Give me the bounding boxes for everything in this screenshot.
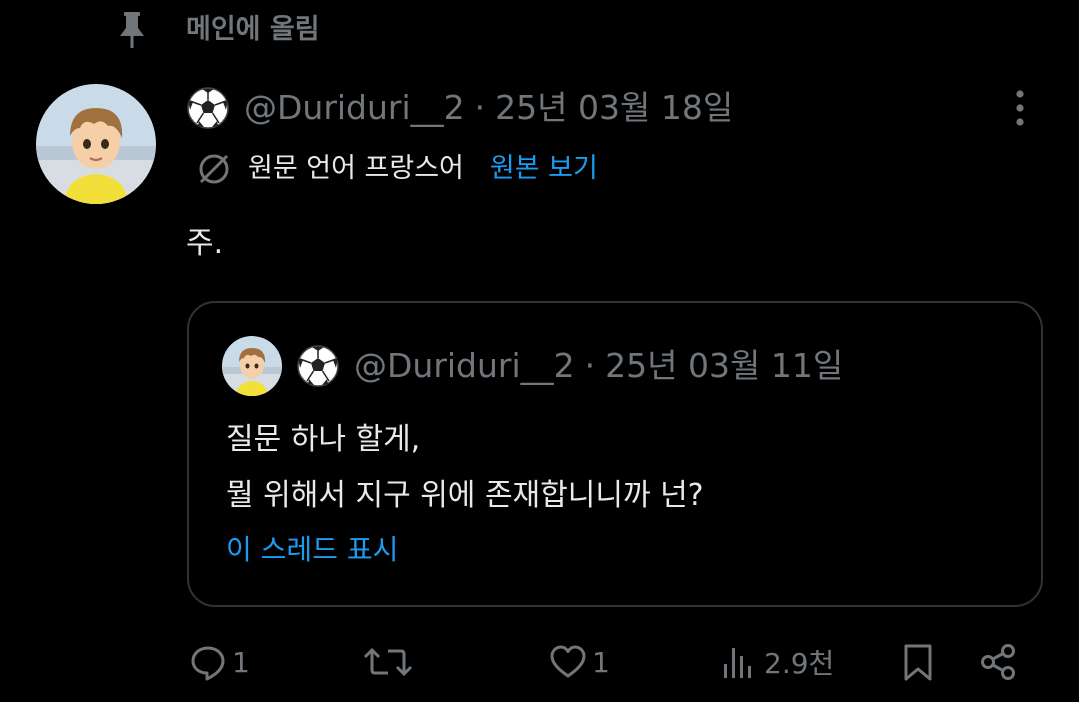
bookmark-button[interactable] (898, 640, 938, 684)
views-count: 2.9천 (764, 647, 835, 680)
globe-slash-icon (196, 151, 232, 187)
quoted-text-line: 질문 하나 할게, (226, 422, 421, 457)
soccer-ball-icon (186, 86, 230, 130)
pinned-label: 메인에 올림 (186, 14, 320, 45)
soccer-ball-icon (296, 344, 340, 388)
pin-icon (114, 10, 150, 50)
show-thread-link[interactable]: 이 스레드 표시 (226, 528, 398, 572)
quoted-header-separator: · (584, 346, 596, 385)
post-handle[interactable]: @Duriduri__2 (244, 84, 465, 132)
like-count: 1 (592, 645, 610, 679)
views-icon (720, 642, 760, 682)
post-header: @Duriduri__2 · 25년 03월 18일 (186, 84, 733, 132)
more-vertical-icon[interactable] (1004, 86, 1036, 130)
reply-count: 1 (232, 645, 250, 679)
quoted-date[interactable]: 25년 03월 11일 (605, 342, 843, 390)
header-separator: · (474, 88, 486, 127)
show-original-link[interactable]: 원본 보기 (490, 148, 598, 190)
translation-source: 원문 언어 프랑스어 (248, 153, 464, 184)
quoted-post-header: @Duriduri__2 · 25년 03월 11일 (296, 342, 843, 390)
reply-icon (188, 642, 228, 682)
post-date[interactable]: 25년 03월 18일 (495, 84, 733, 132)
quoted-text-line: 뭘 위해서 지구 위에 존재합니니까 넌? (226, 478, 704, 513)
heart-icon (548, 642, 588, 682)
share-button[interactable] (978, 640, 1018, 684)
avatar[interactable] (36, 84, 156, 204)
retweet-icon (362, 642, 414, 682)
retweet-button[interactable] (362, 640, 418, 684)
like-button[interactable]: 1 (548, 640, 610, 684)
quoted-handle[interactable]: @Duriduri__2 (354, 342, 575, 390)
views-button[interactable]: 2.9천 (720, 640, 834, 684)
bookmark-icon (898, 642, 938, 682)
reply-button[interactable]: 1 (188, 640, 250, 684)
post-text: 주. (186, 226, 224, 261)
quoted-avatar[interactable] (222, 336, 282, 396)
share-icon (978, 642, 1018, 682)
translation-row: 원문 언어 프랑스어 원본 보기 (196, 148, 598, 190)
quoted-post-text: 질문 하나 할게, 뭘 위해서 지구 위에 존재합니니까 넌? (226, 412, 704, 524)
